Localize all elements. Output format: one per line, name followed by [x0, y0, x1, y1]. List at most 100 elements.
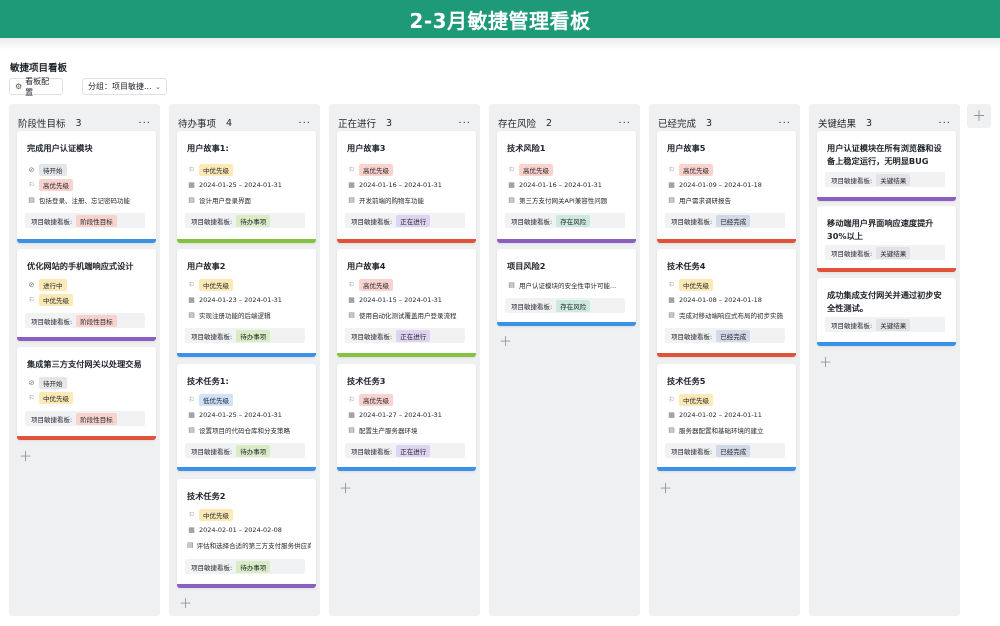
- card-title: 项目风险2: [507, 261, 546, 271]
- document-icon: ▤: [668, 196, 675, 204]
- card[interactable]: 技术任务4 ⚐ 中优先级 ▦ 2024-01-08 – 2024-01-18 ▤ 完成…: [657, 249, 796, 357]
- add-card-icon[interactable]: ＋: [819, 352, 832, 371]
- card-date: 2024-01-27 – 2024-01-31: [359, 411, 442, 419]
- add-column-button[interactable]: ＋: [967, 104, 991, 128]
- more-icon[interactable]: ···: [458, 118, 471, 129]
- add-card-icon[interactable]: ＋: [179, 593, 192, 612]
- desc-row: ▤ 完成对移动端响应式布局的初步实施: [667, 309, 791, 321]
- more-icon[interactable]: ···: [298, 118, 311, 129]
- board-field-label: 项目敏捷看板:: [671, 447, 713, 456]
- document-icon: ▤: [508, 196, 515, 204]
- date-row: ▦ 2024-01-08 – 2024-01-18: [667, 294, 791, 306]
- card-title: 用户故事4: [347, 261, 386, 271]
- group-by-dropdown[interactable]: 分组：项目敏捷... ⌄: [82, 78, 167, 95]
- check-circle-icon: ⊘: [28, 281, 35, 289]
- board-field-label: 项目敏捷看板:: [191, 563, 233, 572]
- page-title: 2-3月敏捷管理看板: [409, 8, 591, 33]
- desc-row: ▤ 配置生产服务器环境: [347, 424, 471, 436]
- header-shadow: [0, 38, 1000, 50]
- board-config-button[interactable]: ⚙ 看板配置: [9, 77, 63, 97]
- board-field-label: 项目敏捷看板:: [831, 176, 873, 185]
- card[interactable]: 技术任务5 ⚐ 中优先级 ▦ 2024-01-02 – 2024-01-11 ▤ 服务…: [657, 364, 796, 471]
- card[interactable]: 技术任务3 ⚐ 高优先级 ▦ 2024-01-27 – 2024-01-31 ▤ 配置…: [337, 364, 476, 471]
- add-card-icon[interactable]: ＋: [19, 446, 32, 465]
- priority-tag: 低优先级: [199, 394, 233, 406]
- card-date: 2024-01-16 – 2024-01-31: [519, 181, 602, 189]
- board-tag: 已经完成: [716, 444, 751, 457]
- column-key-results: 关键结果 3 ··· 用户认证模块在所有浏览器和设备上稳定运行，无明显BUG 项…: [809, 104, 960, 616]
- board-field-label: 项目敏捷看板:: [191, 447, 233, 456]
- board-field: 项目敏捷看板: 关键结果: [825, 172, 945, 187]
- priority-row: ⚐ 中优先级: [667, 394, 791, 406]
- card-title: 技术任务4: [667, 261, 706, 271]
- board-field-label: 项目敏捷看板:: [511, 302, 553, 311]
- calendar-icon: ▦: [188, 181, 195, 189]
- desc-row: ▤ 用户需求调研报告: [667, 194, 791, 206]
- calendar-icon: ▦: [668, 411, 675, 419]
- card-title: 用户故事1:: [187, 143, 229, 153]
- document-icon: ▤: [188, 196, 195, 204]
- card[interactable]: 用户故事4 ⚐ 高优先级 ▦ 2024-01-15 – 2024-01-31 ▤ 使用…: [337, 249, 476, 357]
- card[interactable]: 项目风险2 ▤ 用户认证模块的安全性审计可能... 项目敏捷看板: 存在风险: [497, 249, 636, 326]
- card-date: 2024-01-23 – 2024-01-31: [199, 296, 282, 304]
- board-tag: 关键结果: [876, 246, 911, 259]
- board-field: 项目敏捷看板: 待办事项: [185, 443, 305, 458]
- card[interactable]: 技术任务1: ⚐ 低优先级 ▦ 2024-01-25 – 2024-01-31 ▤ 设…: [177, 364, 316, 471]
- board-field-label: 项目敏捷看板:: [831, 249, 873, 258]
- card-title: 技术任务3: [347, 376, 386, 386]
- column-count: 3: [75, 117, 82, 129]
- more-icon[interactable]: ···: [778, 118, 791, 129]
- flag-icon: ⚐: [188, 166, 195, 174]
- date-row: ▦ 2024-01-16 – 2024-01-31: [507, 179, 631, 191]
- flag-icon: ⚐: [668, 396, 675, 404]
- card-title: 集成第三方支付网关以处理交易: [27, 359, 142, 369]
- card[interactable]: 优化网站的手机端响应式设计 ⊘ 进行中 ⚐ 中优先级 项目敏捷看板: 阶段性目标: [17, 249, 156, 341]
- priority-tag: 高优先级: [359, 164, 393, 176]
- document-icon: ▤: [668, 426, 675, 434]
- document-icon: ▤: [28, 196, 35, 204]
- card[interactable]: 用户故事2 ⚐ 中优先级 ▦ 2024-01-23 – 2024-01-31 ▤ 实现…: [177, 249, 316, 357]
- card-title: 技术风险1: [507, 143, 546, 153]
- status-tag: 待开始: [39, 164, 67, 176]
- document-icon: ▤: [668, 311, 675, 319]
- column-title: 关键结果: [818, 119, 857, 130]
- add-card-icon[interactable]: ＋: [339, 478, 352, 497]
- board-field: 项目敏捷看板: 待办事项: [185, 213, 305, 228]
- desc-row: ▤ 设置项目的代码仓库和分支策略: [187, 424, 311, 436]
- date-row: ▦ 2024-01-16 – 2024-01-31: [347, 179, 471, 191]
- card[interactable]: 集成第三方支付网关以处理交易 ⊘ 待开始 ⚐ 中优先级 项目敏捷看板: 阶段性目标: [17, 347, 156, 440]
- priority-tag: 中优先级: [39, 392, 73, 404]
- card-desc: 开发前端的购物车功能: [359, 197, 424, 205]
- more-icon[interactable]: ···: [618, 118, 631, 129]
- add-card-icon[interactable]: ＋: [499, 331, 512, 350]
- desc-row: ▤ 评估和选择合适的第三方支付服务供应商: [187, 539, 311, 551]
- board-field: 项目敏捷看板: 关键结果: [825, 245, 945, 260]
- board-tag: 存在风险: [556, 214, 591, 227]
- flag-icon: ⚐: [188, 511, 195, 519]
- card-desc: 实现注册功能的后端逻辑: [199, 312, 271, 320]
- card[interactable]: 移动端用户界面响应速度提升30%以上 项目敏捷看板: 关键结果: [817, 206, 956, 272]
- card-desc: 评估和选择合适的第三方支付服务供应商: [196, 542, 311, 550]
- add-card-icon[interactable]: ＋: [659, 478, 672, 497]
- card[interactable]: 用户认证模块在所有浏览器和设备上稳定运行，无明显BUG 项目敏捷看板: 关键结果: [817, 131, 956, 201]
- more-icon[interactable]: ···: [138, 118, 151, 129]
- card[interactable]: 成功集成支付网关并通过初步安全性测试。 项目敏捷看板: 关键结果: [817, 278, 956, 346]
- card[interactable]: 用户故事3 ⚐ 高优先级 ▦ 2024-01-16 – 2024-01-31 ▤ 开发…: [337, 131, 476, 243]
- card[interactable]: 完成用户认证模块 ⊘ 待开始 ⚐ 高优先级 ▤ 包括登录、注册、忘记密码功能 项目敏捷…: [17, 131, 156, 243]
- priority-tag: 高优先级: [679, 164, 713, 176]
- card-desc: 设计用户登录界面: [199, 197, 251, 205]
- calendar-icon: ▦: [348, 181, 355, 189]
- calendar-icon: ▦: [508, 181, 515, 189]
- board-field: 项目敏捷看板: 阶段性目标: [25, 213, 145, 228]
- card[interactable]: 用户故事5 ⚐ 高优先级 ▦ 2024-01-09 – 2024-01-18 ▤ 用户…: [657, 131, 796, 243]
- priority-tag: 高优先级: [359, 394, 393, 406]
- column-count: 3: [386, 117, 393, 129]
- card[interactable]: 用户故事1: ⚐ 中优先级 ▦ 2024-01-25 – 2024-01-31 ▤ 设…: [177, 131, 316, 243]
- card[interactable]: 技术风险1 ⚐ 高优先级 ▦ 2024-01-16 – 2024-01-31 ▤ 第三…: [497, 131, 636, 243]
- column-count: 3: [706, 117, 713, 129]
- document-icon: ▤: [188, 311, 195, 319]
- more-icon[interactable]: ···: [938, 118, 951, 129]
- card[interactable]: 技术任务2 ⚐ 中优先级 ▦ 2024-02-01 – 2024-02-08 ▤ 评估…: [177, 479, 316, 588]
- header-banner: 2-3月敏捷管理看板: [0, 0, 1000, 38]
- card-title: 完成用户认证模块: [27, 143, 93, 153]
